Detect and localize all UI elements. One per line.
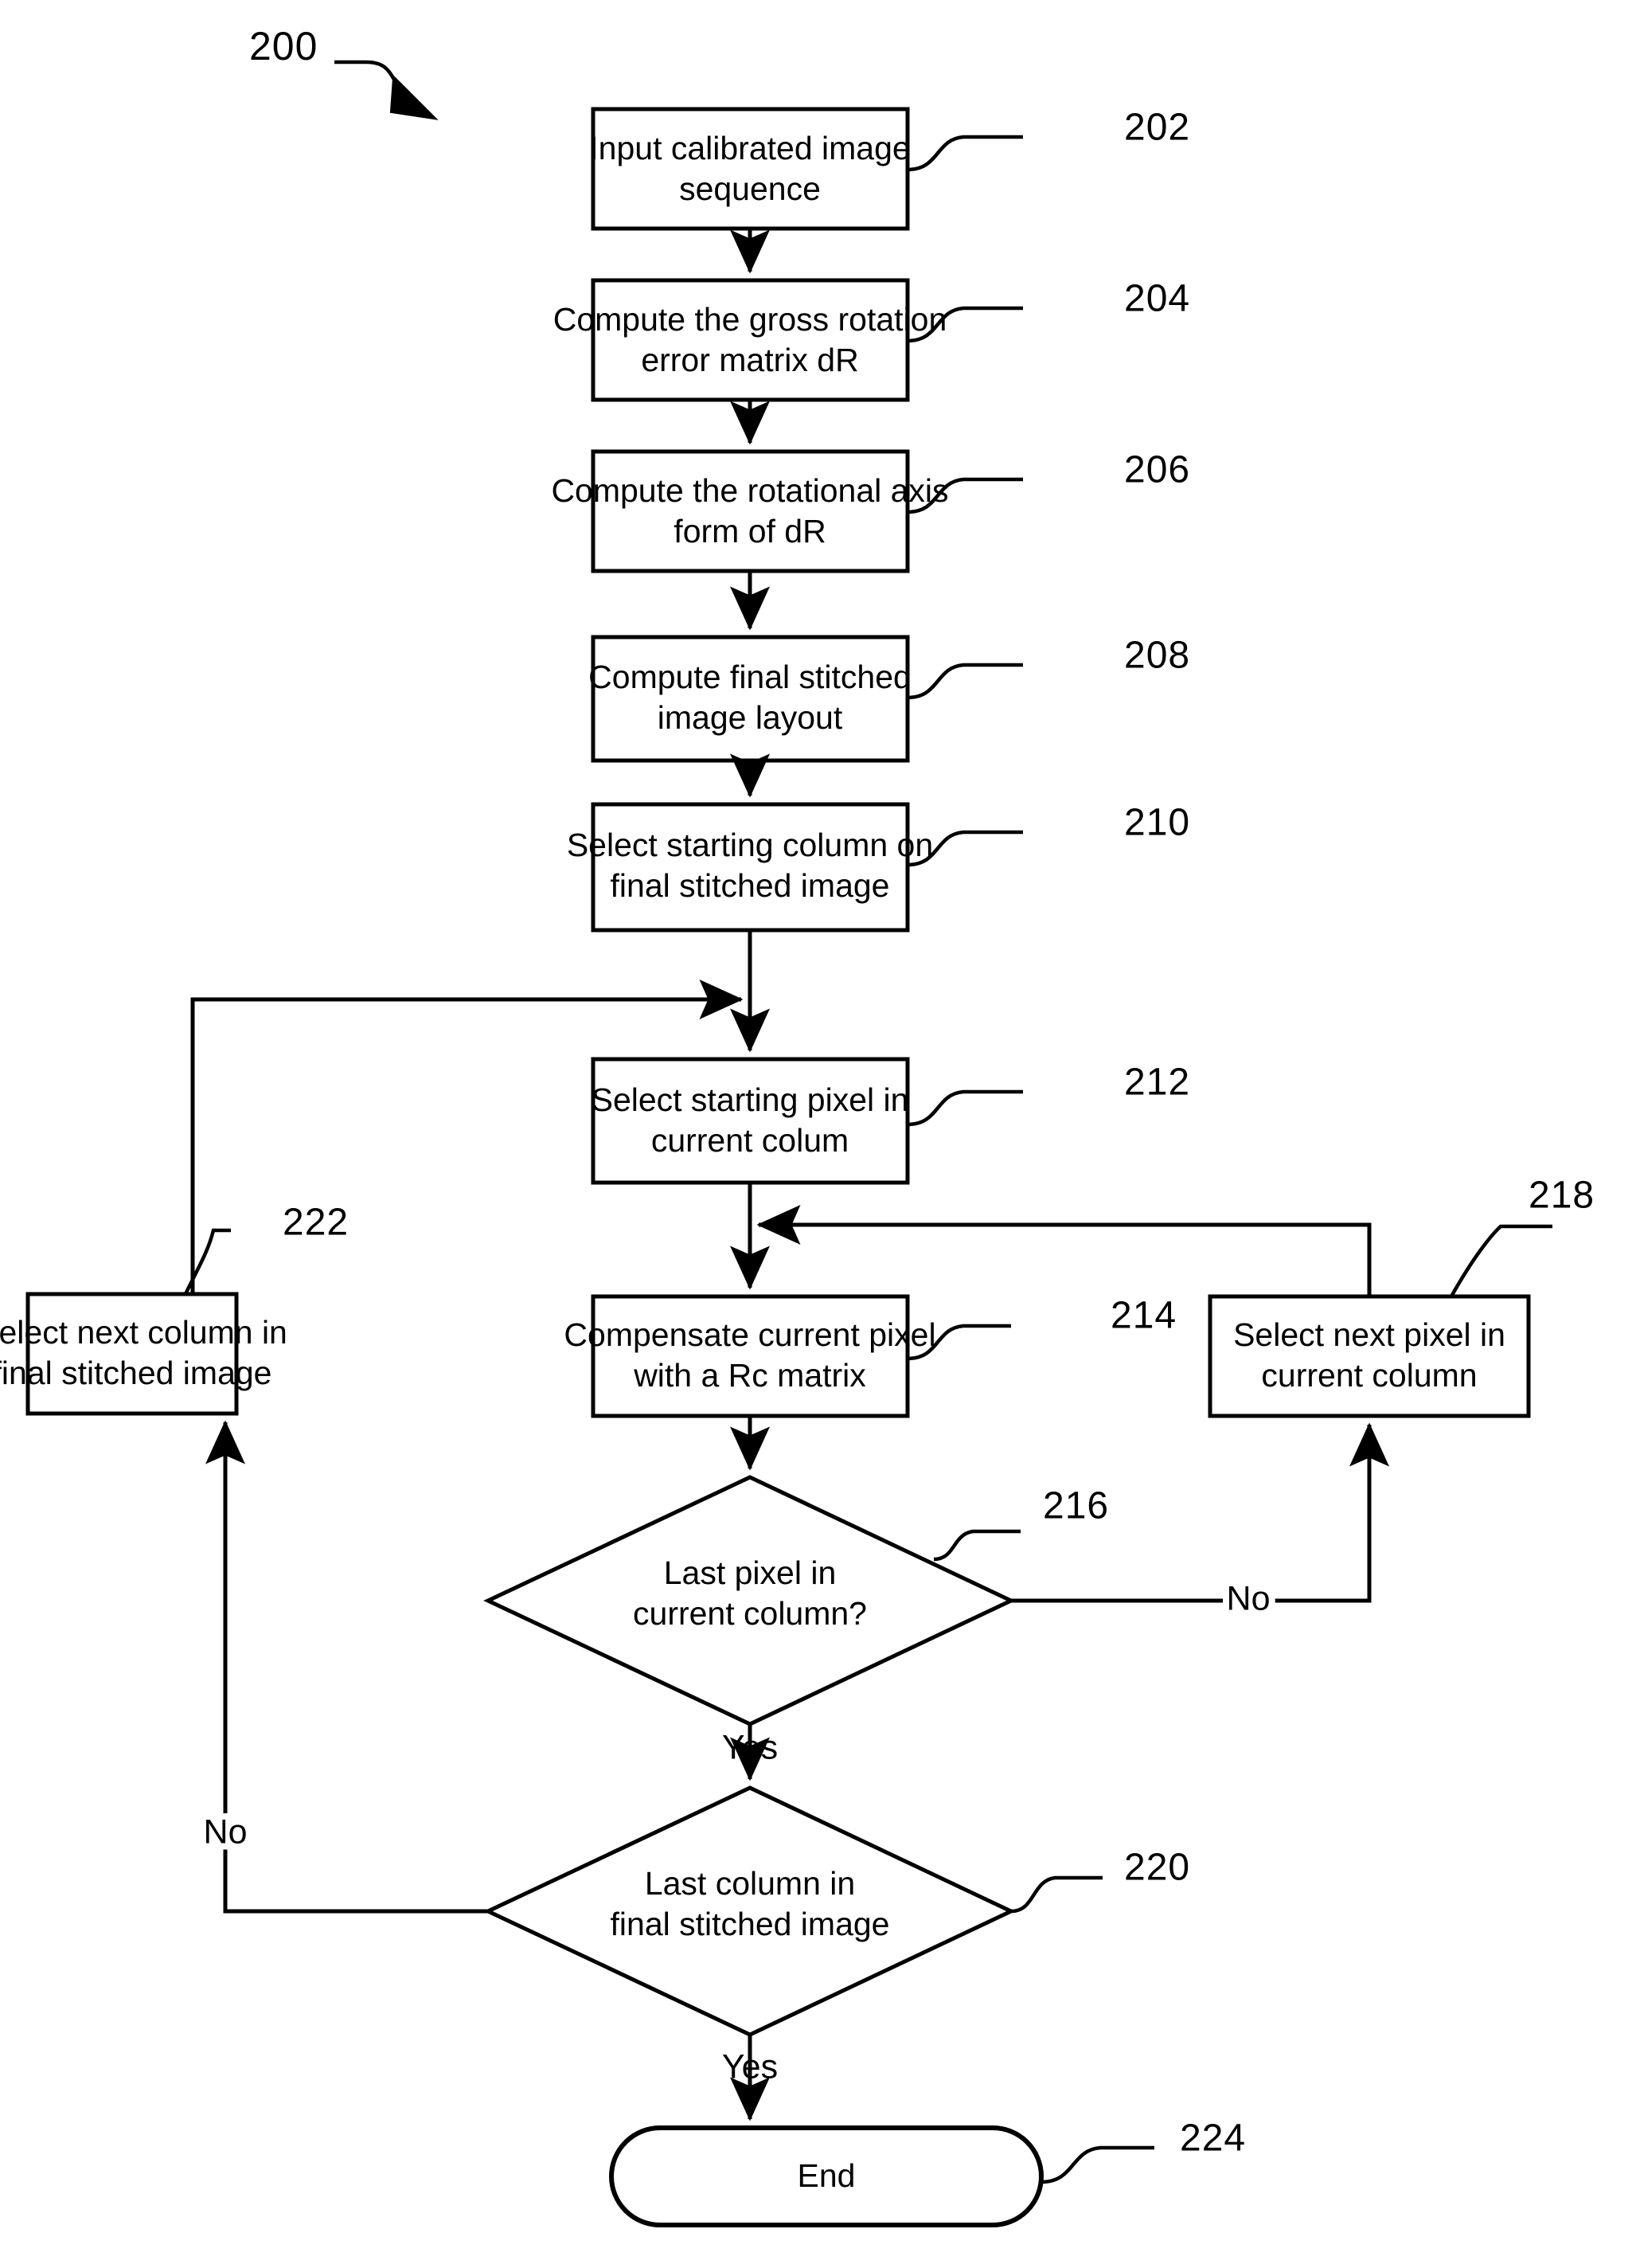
node-218-line1: Select next pixel in	[1233, 1316, 1505, 1353]
node-206-ref: 206	[1124, 449, 1190, 491]
node-216-ref: 216	[1043, 1485, 1109, 1527]
node-220-line1: Last column in	[645, 1865, 855, 1902]
flowchart-canvas: 200 Input calibrated image sequence 202 …	[0, 0, 1636, 2268]
node-202-line2: sequence	[679, 170, 821, 207]
node-214[interactable]: Compensate current pixel with a Rc matri…	[564, 1294, 1177, 1418]
node-212-leader	[907, 1089, 1023, 1127]
node-202-box[interactable]	[591, 107, 910, 231]
node-222[interactable]: Select next column in final stitched ima…	[0, 1202, 349, 1416]
node-214-ref: 214	[1111, 1295, 1177, 1337]
figure-ref-label: 200	[249, 24, 318, 68]
node-220-ref: 220	[1124, 1847, 1190, 1889]
node-206-box[interactable]	[591, 449, 910, 573]
node-204-line2: error matrix dR	[641, 342, 858, 378]
connector-220-no-222: No	[197, 1420, 488, 1914]
node-204-box[interactable]	[591, 278, 910, 402]
node-218[interactable]: Select next pixel in current column 218	[1208, 1175, 1595, 1418]
node-212-line1: Select starting pixel in	[592, 1081, 909, 1118]
edge-label-216-yes: Yes	[722, 1728, 778, 1766]
node-208-leader	[907, 663, 1023, 700]
node-212[interactable]: Select starting pixel in current colum 2…	[591, 1057, 1191, 1185]
node-224-leader	[1041, 2145, 1154, 2184]
connector-220-224: Yes	[722, 2035, 778, 2121]
node-206-line1: Compute the rotational axis	[551, 472, 948, 509]
node-204-ref: 204	[1124, 278, 1190, 320]
node-212-box[interactable]	[591, 1057, 910, 1185]
node-208-line2: image layout	[658, 699, 843, 736]
node-204-line1: Compute the gross rotation	[553, 301, 947, 338]
node-210-ref: 210	[1124, 802, 1190, 844]
node-224-label: End	[798, 2157, 856, 2194]
flowchart-svg: 200 Input calibrated image sequence 202 …	[0, 24, 1595, 2227]
node-212-ref: 212	[1124, 1062, 1190, 1104]
node-216-leader	[933, 1529, 1021, 1562]
node-220-leader	[1010, 1875, 1103, 1914]
node-222-line1: Select next column in	[0, 1314, 287, 1351]
node-220[interactable]: Last column in final stitched image 220	[483, 1785, 1190, 2037]
node-202-line1: Input calibrated image	[589, 130, 910, 166]
node-216-line2: current column?	[633, 1595, 867, 1632]
node-208-ref: 208	[1124, 635, 1190, 677]
node-202-ref: 202	[1124, 107, 1190, 149]
node-206-line2: form of dR	[674, 513, 826, 549]
node-224-ref: 224	[1180, 2117, 1246, 2160]
edge-label-220-no: No	[204, 1812, 248, 1851]
node-208[interactable]: Compute final stitched image layout 208	[588, 635, 1190, 763]
node-220-line2: final stitched image	[611, 1906, 890, 1942]
node-218-leader	[1450, 1224, 1552, 1298]
node-204[interactable]: Compute the gross rotation error matrix …	[553, 278, 1190, 402]
edge-label-216-no: No	[1227, 1579, 1271, 1617]
connector-216-220: Yes	[722, 1724, 778, 1781]
node-210[interactable]: Select starting column on final stitched…	[567, 802, 1190, 933]
node-216-line1: Last pixel in	[664, 1554, 837, 1591]
connector-218-to-214-spine	[756, 1205, 1372, 1296]
node-224[interactable]: End 224	[609, 2117, 1246, 2227]
edge-label-220-yes: Yes	[722, 2047, 778, 2086]
node-212-line2: current colum	[651, 1122, 849, 1159]
node-218-ref: 218	[1529, 1175, 1595, 1217]
node-202[interactable]: Input calibrated image sequence 202	[589, 107, 1190, 231]
node-210-line2: final stitched image	[611, 867, 890, 904]
figure-ref-arrowhead	[389, 74, 439, 120]
node-222-line2: final stitched image	[0, 1355, 271, 1391]
node-218-line2: current column	[1261, 1357, 1477, 1394]
figure-ref-group: 200	[249, 24, 439, 120]
node-222-ref: 222	[283, 1202, 349, 1244]
node-210-line1: Select starting column on	[567, 827, 933, 863]
node-208-line1: Compute final stitched	[588, 659, 912, 695]
node-214-line1: Compensate current pixel	[564, 1316, 935, 1353]
node-214-line2: with a Rc matrix	[633, 1357, 866, 1394]
node-206[interactable]: Compute the rotational axis form of dR 2…	[551, 449, 1190, 573]
node-202-leader	[907, 135, 1023, 172]
